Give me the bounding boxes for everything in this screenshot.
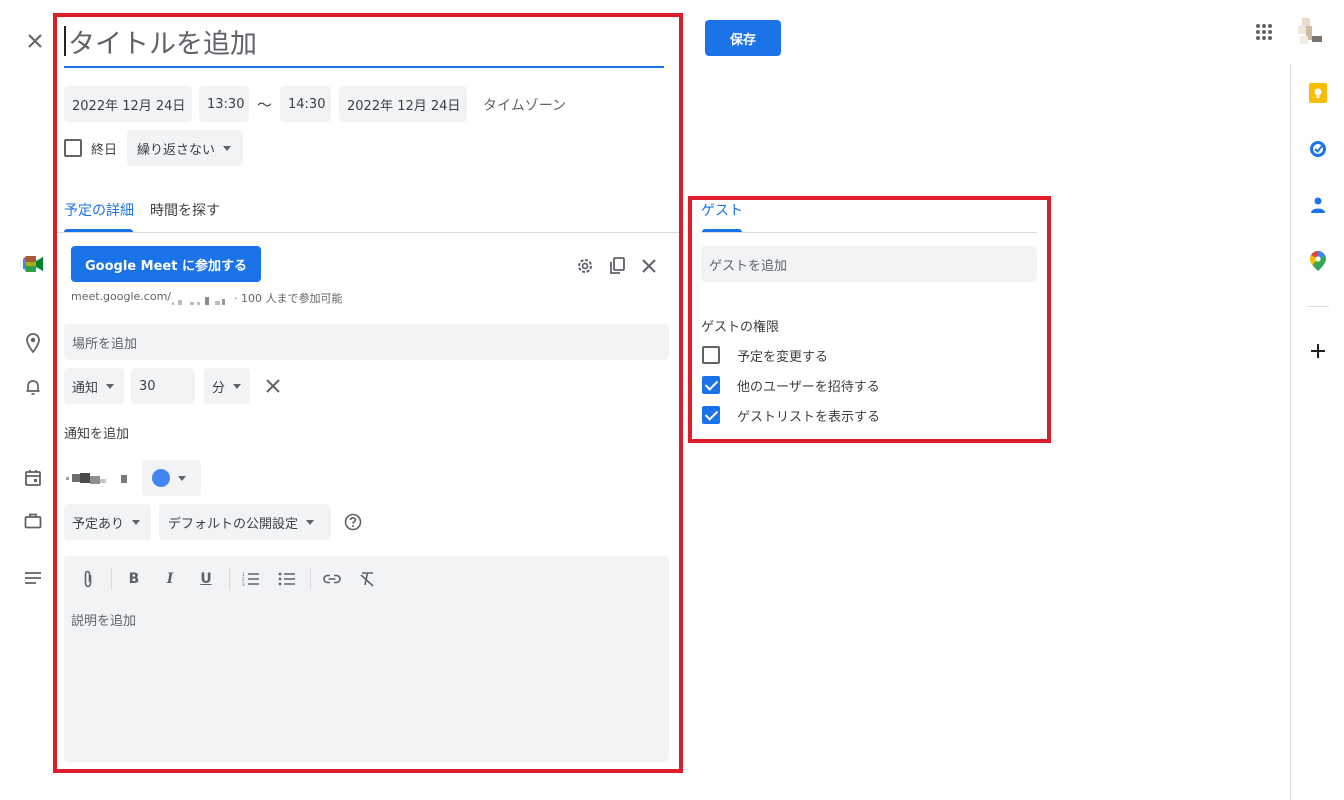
all-day-checkbox[interactable]: [64, 139, 82, 157]
add-guest-input[interactable]: ゲストを追加: [701, 246, 1037, 282]
side-panel: [1290, 64, 1344, 800]
notification-value: 30: [139, 378, 156, 394]
maps-icon[interactable]: [1307, 250, 1329, 272]
attachment-icon[interactable]: [78, 570, 98, 588]
perm-invite-label: 他のユーザーを招待する: [737, 380, 880, 395]
join-meet-button[interactable]: Google Meet に参加する: [71, 246, 261, 282]
notification-unit: 分: [212, 380, 226, 396]
location-pin-icon: [22, 332, 44, 354]
avatar[interactable]: [1294, 16, 1326, 48]
toolbar-separator: [111, 568, 112, 590]
chevron-down-icon: [106, 383, 115, 389]
location-input[interactable]: 場所を追加: [64, 324, 669, 360]
repeat-label: 繰り返さない: [137, 142, 216, 158]
add-addon-icon[interactable]: [1307, 340, 1329, 362]
description-placeholder: 説明を追加: [71, 614, 137, 629]
visibility-label: デフォルトの公開設定: [168, 516, 299, 532]
chevron-down-icon: [132, 519, 141, 525]
start-date: 2022年 12月 24日: [72, 98, 186, 114]
italic-icon[interactable]: I: [160, 570, 180, 588]
calendar-color-dropdown[interactable]: [142, 460, 201, 496]
perm-see-list-label: ゲストリストを表示する: [737, 410, 881, 425]
tab-find-time-label: 時間を探す: [150, 203, 220, 219]
perm-invite-checkbox[interactable]: [702, 376, 720, 394]
title-input[interactable]: タイトルを追加: [64, 20, 664, 68]
help-icon[interactable]: [342, 511, 364, 533]
start-date-chip[interactable]: 2022年 12月 24日: [64, 86, 192, 122]
meet-capacity: · 100 人まで参加可能: [234, 292, 343, 305]
close-icon[interactable]: [22, 28, 48, 54]
visibility-dropdown[interactable]: デフォルトの公開設定: [159, 504, 331, 540]
repeat-dropdown[interactable]: 繰り返さない: [127, 130, 243, 166]
join-meet-label: Google Meet に参加する: [85, 258, 247, 274]
remove-meet-icon[interactable]: [638, 255, 660, 277]
perm-see-list-checkbox[interactable]: [702, 406, 720, 424]
calendar-icon: [22, 467, 44, 489]
apps-grid-icon[interactable]: [1252, 20, 1276, 44]
perm-modify-label: 予定を変更する: [737, 350, 829, 365]
bold-icon[interactable]: B: [124, 570, 144, 588]
notification-unit-dropdown[interactable]: 分: [204, 368, 250, 404]
tab-guests-label: ゲスト: [701, 203, 743, 219]
notification-type: 通知: [72, 380, 99, 396]
tab-event-details-label: 予定の詳細: [64, 203, 134, 219]
add-notification-link[interactable]: 通知を追加: [64, 423, 129, 442]
tab-divider: [56, 232, 680, 233]
busy-status-label: 予定あり: [72, 516, 125, 532]
end-date: 2022年 12月 24日: [347, 98, 461, 114]
calendar-owner-redacted: [64, 469, 134, 487]
google-meet-icon: [22, 254, 44, 274]
start-time: 13:30: [207, 96, 245, 112]
save-button[interactable]: 保存: [705, 20, 781, 56]
description-icon: [22, 567, 44, 589]
guest-permissions-title: ゲストの権限: [701, 320, 780, 335]
meet-link-prefix[interactable]: meet.google.com/: [71, 290, 171, 303]
perm-modify-checkbox[interactable]: [702, 346, 720, 364]
guests-tab-divider: [701, 232, 1037, 233]
clear-formatting-icon[interactable]: [357, 570, 377, 588]
tasks-icon[interactable]: [1307, 138, 1329, 160]
save-label: 保存: [729, 32, 756, 48]
timezone-button[interactable]: タイムゾーン: [483, 95, 566, 115]
notification-value-input[interactable]: 30: [131, 368, 195, 404]
meet-code-redacted: [170, 291, 232, 305]
time-separator: 〜: [257, 96, 273, 114]
link-icon[interactable]: [322, 570, 342, 588]
all-day-label: 終日: [91, 143, 118, 158]
contacts-icon[interactable]: [1307, 194, 1329, 216]
chevron-down-icon: [178, 475, 186, 481]
toolbar-separator: [310, 568, 311, 590]
end-time: 14:30: [288, 96, 326, 112]
remove-notification-icon[interactable]: [262, 375, 284, 397]
busy-status-dropdown[interactable]: 予定あり: [64, 504, 151, 540]
numbered-list-icon[interactable]: 123: [241, 570, 261, 588]
chevron-down-icon: [306, 519, 315, 525]
end-time-chip[interactable]: 14:30: [280, 86, 331, 122]
bell-icon: [22, 376, 44, 398]
toolbar-separator: [229, 568, 230, 590]
notification-type-dropdown[interactable]: 通知: [64, 368, 124, 404]
copy-icon[interactable]: [606, 255, 628, 277]
keep-icon[interactable]: [1307, 82, 1329, 104]
tab-find-time[interactable]: 時間を探す: [150, 200, 220, 233]
title-placeholder: タイトルを追加: [68, 29, 257, 60]
gear-icon[interactable]: [574, 255, 596, 277]
location-placeholder: 場所を追加: [72, 336, 138, 352]
end-date-chip[interactable]: 2022年 12月 24日: [339, 86, 467, 122]
briefcase-icon: [22, 510, 44, 532]
chevron-down-icon: [223, 145, 232, 151]
chevron-down-icon: [233, 383, 242, 389]
bulleted-list-icon[interactable]: [277, 570, 297, 588]
tab-guests[interactable]: ゲスト: [701, 200, 743, 220]
calendar-color-dot: [152, 469, 170, 487]
add-guest-placeholder: ゲストを追加: [709, 258, 788, 274]
underline-icon[interactable]: U: [196, 570, 216, 588]
side-divider: [1307, 306, 1329, 307]
svg-text:3: 3: [242, 582, 245, 586]
start-time-chip[interactable]: 13:30: [199, 86, 249, 122]
